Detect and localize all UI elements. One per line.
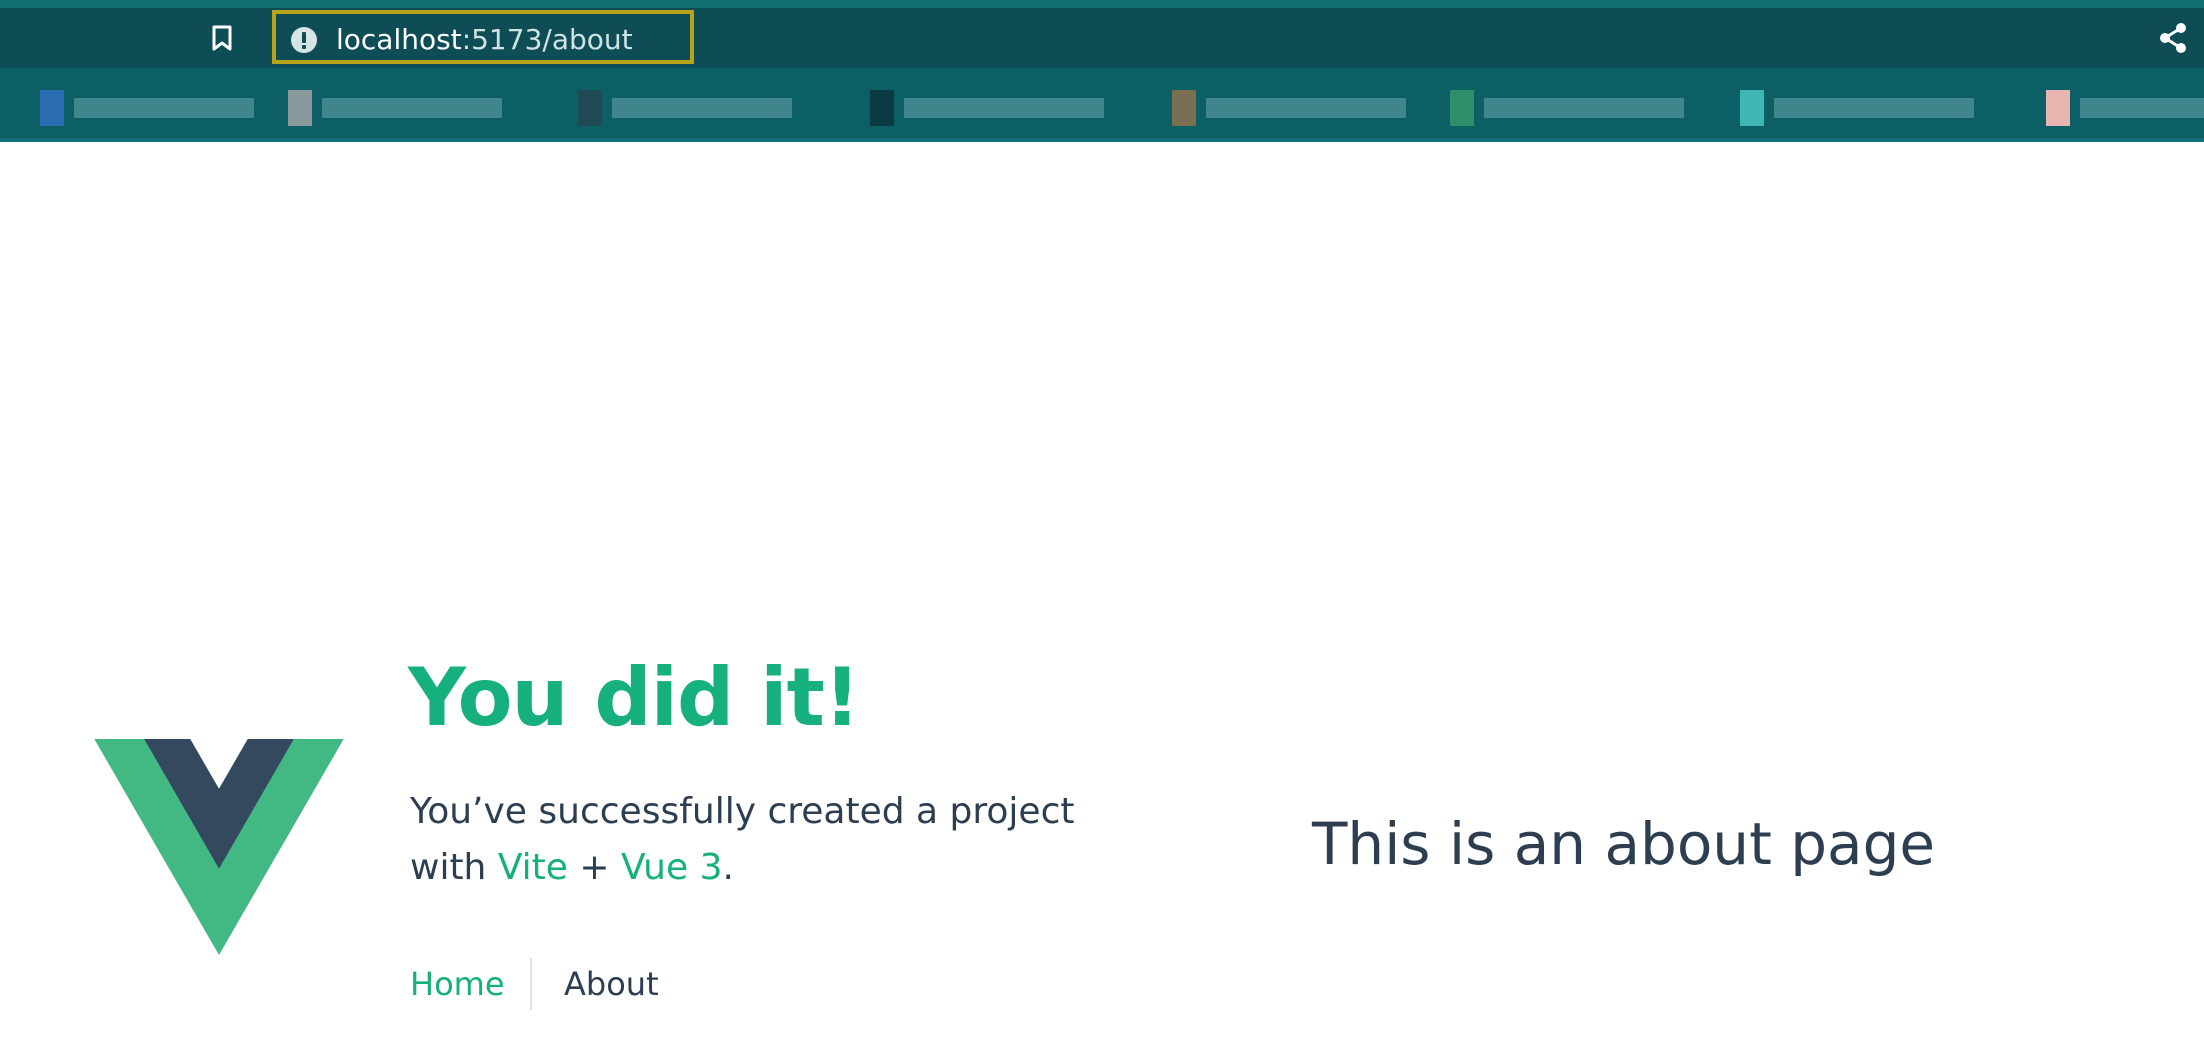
vite-link[interactable]: Vite — [498, 847, 568, 888]
bookmark-label-blurred — [2080, 98, 2204, 118]
bookmark-favicon — [1740, 90, 1764, 126]
bookmark-label-blurred — [322, 98, 502, 118]
hero-with: with — [410, 847, 498, 888]
bookmark-label-blurred — [1774, 98, 1974, 118]
nav-divider — [530, 958, 532, 1010]
about-heading: This is an about page — [1312, 810, 1936, 878]
url-text[interactable]: localhost:5173/about — [336, 23, 633, 57]
nav-link-about[interactable]: About — [564, 958, 659, 1010]
bookmark-label-blurred — [612, 98, 792, 118]
share-icon[interactable] — [2158, 22, 2188, 54]
vue-link[interactable]: Vue 3 — [621, 847, 723, 888]
bookmark-favicon — [1450, 90, 1474, 126]
browser-toolbar: localhost:5173/about — [0, 0, 2204, 68]
bookmark-label-blurred — [74, 98, 254, 118]
url-path: :5173/about — [461, 23, 633, 56]
vue-logo-icon — [94, 739, 344, 955]
bookmark-favicon — [578, 90, 602, 126]
info-icon[interactable] — [290, 26, 318, 54]
bookmark-label-blurred — [904, 98, 1104, 118]
hero-plus: + — [567, 847, 621, 888]
bookmark-label-blurred — [1206, 98, 1406, 118]
bookmark-favicon — [870, 90, 894, 126]
bookmark-icon[interactable] — [209, 24, 235, 52]
bookmark-favicon — [1172, 90, 1196, 126]
hero-description: You’ve successfully created a project wit… — [410, 784, 1130, 896]
browser-chrome: localhost:5173/about — [0, 0, 2204, 142]
bookmarks-bar — [0, 68, 2204, 142]
bookmark-favicon — [288, 90, 312, 126]
hero-line-1: You’ve successfully created a project — [410, 791, 1075, 832]
toolbar-divider — [0, 138, 2204, 142]
bookmark-label-blurred — [1484, 98, 1684, 118]
hero-title: You did it! — [408, 651, 860, 744]
nav-link-home[interactable]: Home — [410, 958, 505, 1010]
address-bar[interactable]: localhost:5173/about — [272, 10, 694, 64]
tab-strip-edge — [0, 0, 2204, 8]
hero-period: . — [722, 847, 734, 888]
bookmark-favicon — [2046, 90, 2070, 126]
bookmark-favicon — [40, 90, 64, 126]
url-host: localhost — [336, 23, 462, 56]
